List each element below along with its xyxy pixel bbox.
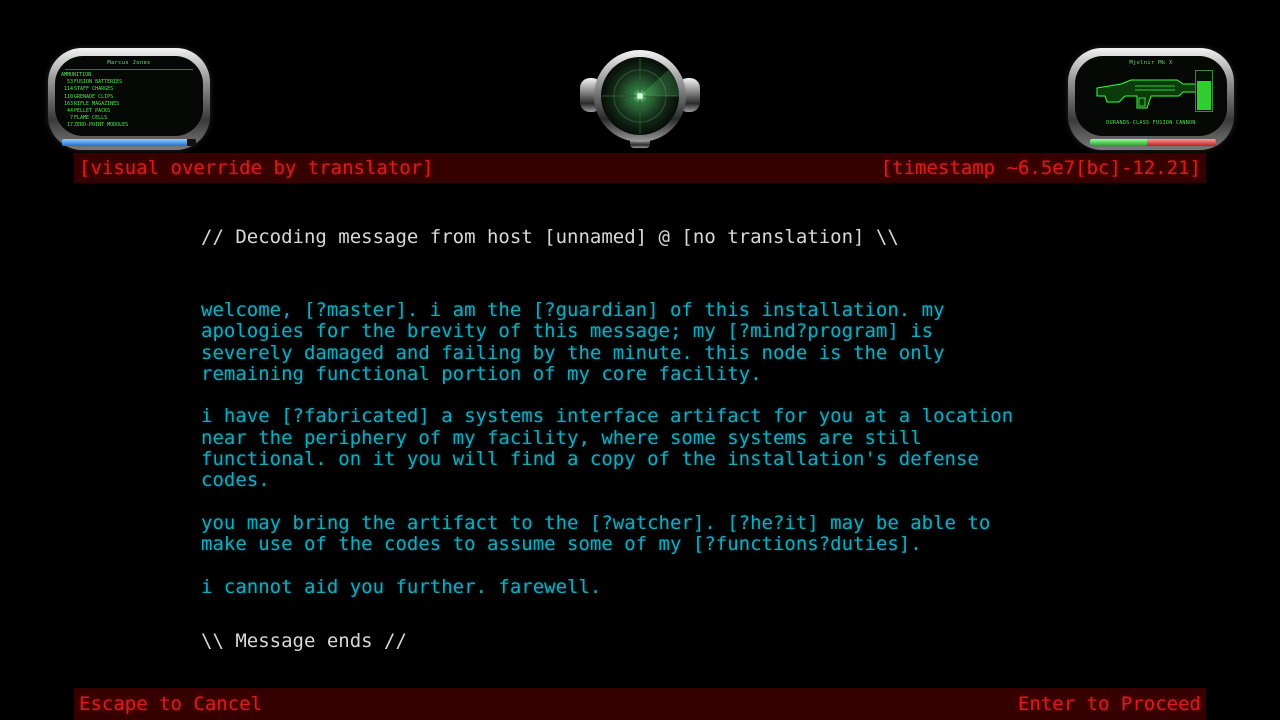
- controls-banner: Escape to Cancel Enter to Proceed: [74, 688, 1206, 720]
- list-item: 53FUSION BATTERIES: [61, 79, 203, 86]
- list-item: 17ZERO-POINT MODULES: [61, 122, 203, 129]
- ammo-list: AMMUNITION 53FUSION BATTERIES 114STAFF C…: [55, 72, 203, 130]
- translator-banner: [visual override by translator] [timesta…: [74, 153, 1206, 183]
- divider: [65, 69, 193, 70]
- ammo-qty: 44: [66, 108, 73, 115]
- message-footer: \\ Message ends //: [201, 630, 407, 652]
- override-label: [visual override by translator]: [79, 157, 434, 179]
- shield-bar-fill: [62, 139, 187, 146]
- list-item: 163RIFLE MAGAZINES: [61, 101, 203, 108]
- weapon-panel-title: Mjolnir Mk X: [1129, 60, 1173, 66]
- message-paragraph: i have [?fabricated] a systems interface…: [201, 405, 1014, 492]
- ammo-qty: 53: [66, 79, 73, 86]
- message-header: // Decoding message from host [unnamed] …: [201, 226, 899, 248]
- message-paragraph: welcome, [?master]. i am the [?guardian]…: [201, 299, 945, 385]
- list-item: 44PELLET PACKS: [61, 108, 203, 115]
- list-item: 114STAFF CHARGES: [61, 86, 203, 93]
- ammo-name: GRENADE CLIPS: [74, 93, 114, 100]
- ammo-qty: 163: [63, 100, 73, 107]
- motion-sensor-icon: [578, 48, 702, 152]
- proceed-button[interactable]: Enter to Proceed: [1018, 693, 1201, 715]
- message-paragraph: i cannot aid you further. farewell.: [201, 575, 602, 598]
- ammo-panel: Marcus Jones AMMUNITION 53FUSION BATTERI…: [48, 48, 210, 150]
- weapon-panel: Mjolnir Mk X DURANDS-CLASS FUSION CANNON: [1068, 48, 1234, 150]
- shield-bar: [62, 139, 196, 146]
- ammo-qty: 7: [69, 115, 73, 122]
- ammo-name: PELLET PACKS: [74, 108, 111, 115]
- weapon-name: DURANDS-CLASS FUSION CANNON: [1106, 120, 1196, 126]
- ammo-qty: 17: [66, 122, 73, 129]
- ammo-name: ZERO-POINT MODULES: [74, 122, 129, 129]
- ammo-name: RIFLE MAGAZINES: [74, 100, 120, 107]
- list-item: 7FLAME CELLS: [61, 115, 203, 122]
- list-item: 110GRENADE CLIPS: [61, 94, 203, 101]
- player-name: Marcus Jones: [107, 60, 151, 66]
- ammo-name: FUSION BATTERIES: [74, 79, 123, 86]
- weapon-screen: Mjolnir Mk X DURANDS-CLASS FUSION CANNON: [1075, 56, 1227, 136]
- timestamp-label: [timestamp ~6.5e7[bc]-12.21]: [880, 157, 1201, 179]
- ammo-qty: 110: [63, 93, 73, 100]
- terminal-message: // Decoding message from host [unnamed] …: [201, 226, 1141, 652]
- ammo-screen: Marcus Jones AMMUNITION 53FUSION BATTERI…: [55, 56, 203, 136]
- message-body: welcome, [?master]. i am the [?guardian]…: [201, 299, 1141, 598]
- ammo-qty: 114: [63, 86, 73, 93]
- fusion-cannon-icon: [1096, 79, 1198, 109]
- ammo-heading: AMMUNITION: [61, 72, 92, 78]
- energy-bar-green: [1090, 139, 1147, 146]
- ammo-name: STAFF CHARGES: [74, 86, 114, 93]
- charge-meter: [1195, 70, 1213, 112]
- charge-meter-fill: [1197, 80, 1211, 110]
- ammo-name: FLAME CELLS: [74, 115, 108, 122]
- cancel-button[interactable]: Escape to Cancel: [79, 693, 262, 715]
- energy-bar-red: [1146, 139, 1216, 146]
- energy-bar: [1090, 139, 1216, 146]
- message-paragraph: you may bring the artifact to the [?watc…: [201, 511, 991, 556]
